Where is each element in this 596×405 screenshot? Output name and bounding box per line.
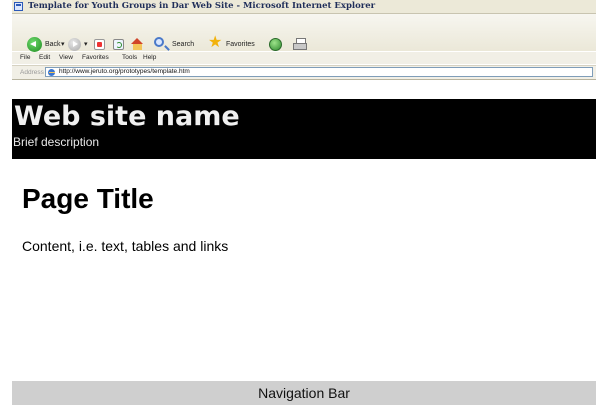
browser-window: Template for Youth Groups in Dar Web Sit… — [12, 0, 596, 405]
window-title: Template for Youth Groups in Dar Web Sit… — [28, 1, 376, 11]
search-button-label[interactable]: Search — [172, 40, 194, 50]
address-bar: Address http://www.jeruto.org/prototypes… — [12, 65, 596, 80]
menu-favorites[interactable]: Favorites — [82, 53, 109, 63]
navigation-bar-label: Navigation Bar — [258, 385, 350, 401]
stop-icon[interactable] — [94, 39, 105, 50]
media-icon[interactable] — [269, 38, 282, 51]
forward-dropdown-icon[interactable]: ▾ — [84, 40, 88, 50]
site-name: Web site name — [14, 101, 240, 132]
navigation-bar[interactable]: Navigation Bar — [12, 381, 596, 405]
address-url[interactable]: http://www.jeruto.org/prototypes/templat… — [59, 68, 190, 76]
menu-edit[interactable]: Edit — [39, 53, 50, 63]
menu-tools[interactable]: Tools — [122, 53, 137, 63]
ie-page-icon — [14, 2, 23, 11]
back-icon[interactable] — [27, 37, 42, 52]
page-content: Content, i.e. text, tables and links — [22, 238, 229, 254]
back-button-label[interactable]: Back — [45, 40, 61, 50]
back-dropdown-icon[interactable]: ▾ — [61, 40, 65, 50]
favorites-star-icon[interactable]: ★ — [208, 35, 222, 51]
forward-icon[interactable] — [68, 38, 81, 51]
menu-help[interactable]: Help — [143, 53, 156, 63]
title-bar: Template for Youth Groups in Dar Web Sit… — [12, 0, 596, 14]
refresh-icon[interactable] — [113, 39, 124, 50]
page-title: Page Title — [22, 183, 154, 214]
menu-view[interactable]: View — [59, 53, 73, 63]
address-label: Address — [20, 69, 44, 76]
standard-toolbar: Back ▾ ▾ Search ★ Favorites — [12, 14, 596, 52]
page-icon — [48, 69, 55, 76]
menu-bar: File Edit View Favorites Tools Help — [12, 52, 596, 64]
address-input[interactable]: http://www.jeruto.org/prototypes/templat… — [45, 67, 593, 77]
search-icon[interactable] — [154, 37, 164, 47]
print-icon[interactable] — [293, 38, 307, 50]
site-description: Brief description — [13, 135, 100, 149]
home-icon[interactable] — [131, 38, 144, 50]
menu-file[interactable]: File — [20, 53, 30, 63]
site-header: Web site name Brief description — [12, 99, 596, 159]
favorites-button-label[interactable]: Favorites — [226, 40, 255, 50]
